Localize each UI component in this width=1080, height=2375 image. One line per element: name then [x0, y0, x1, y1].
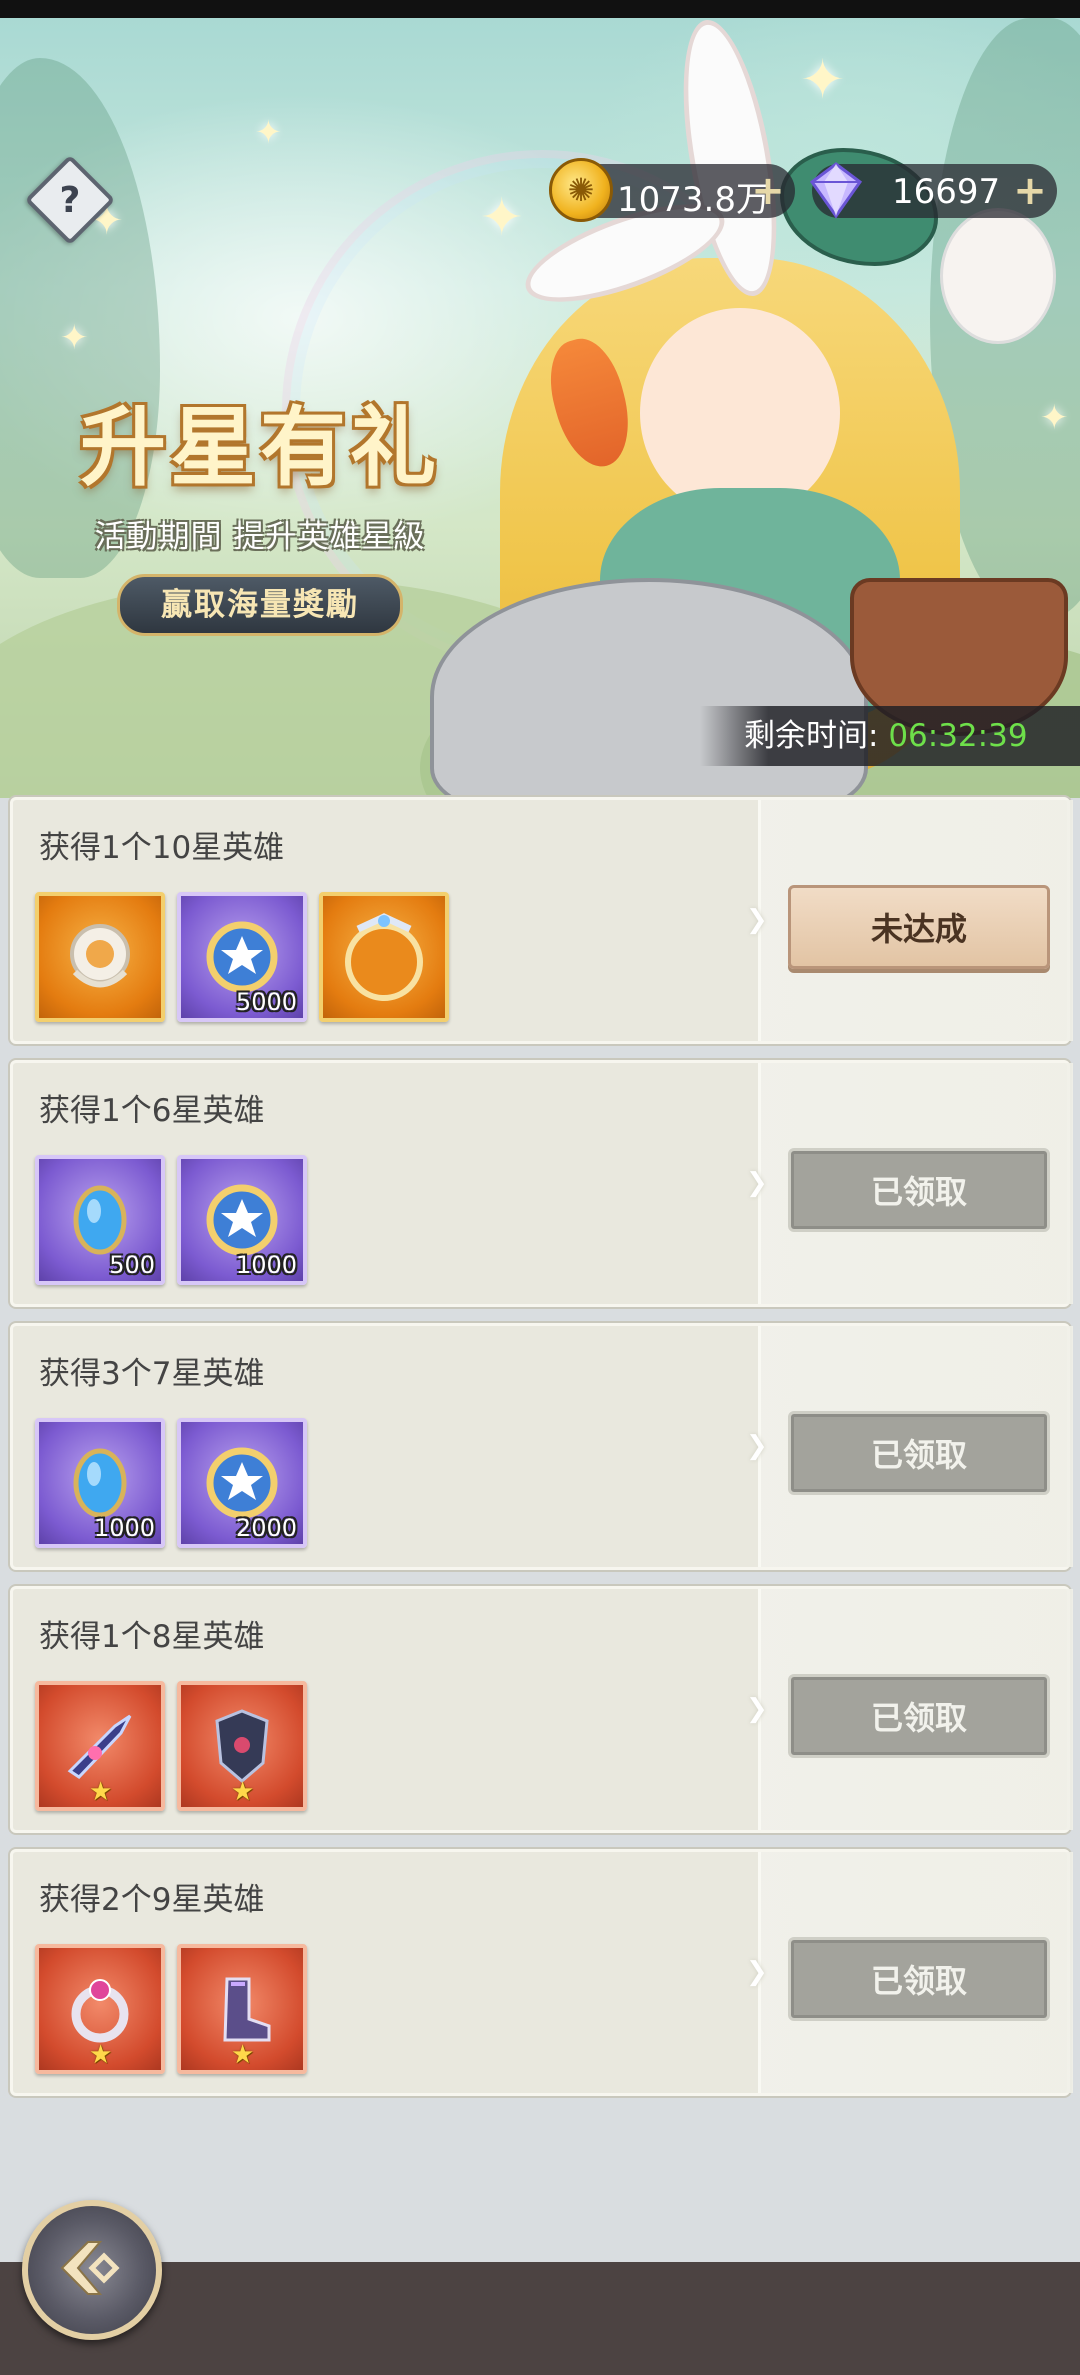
reward-list: 1000 2000: [35, 1418, 307, 1548]
reward-item[interactable]: ★: [35, 1944, 165, 2074]
star-icon: ★: [231, 2040, 255, 2070]
reward-item[interactable]: 5000: [177, 892, 307, 1022]
reward-item[interactable]: 1000: [177, 1155, 307, 1285]
star-icon: ★: [231, 1777, 255, 1807]
chevron-right-icon: ❯: [746, 1431, 768, 1461]
sparkle-icon: ✦: [255, 113, 282, 151]
gold-currency: ✺ 1073.8万 +: [549, 158, 795, 222]
add-gem-icon[interactable]: +: [1013, 171, 1047, 211]
task-title: 获得2个9星英雄: [39, 1882, 265, 1918]
claim-button[interactable]: 未达成: [788, 885, 1050, 969]
chevron-right-icon: ❯: [746, 1168, 768, 1198]
reward-item[interactable]: ★: [177, 1681, 307, 1811]
bottom-bar: [0, 2262, 1080, 2375]
add-gold-icon[interactable]: +: [751, 171, 785, 211]
reward-item[interactable]: 1000: [35, 1418, 165, 1548]
back-button[interactable]: [22, 2200, 162, 2340]
bunny-plush-icon: [940, 208, 1056, 344]
star-icon: ★: [89, 1777, 113, 1807]
item-count: 500: [109, 1251, 155, 1279]
question-mark-icon: ?: [59, 179, 81, 221]
task-row: 获得3个7星英雄 1000 2000 ❯ 已领取: [10, 1323, 1073, 1570]
item-count: 1000: [93, 1514, 155, 1542]
reward-list: 500 1000: [35, 1155, 307, 1285]
task-row: 获得2个9星英雄 ★ ★ ❯ 已领取: [10, 1849, 1073, 2096]
countdown-timer: 剩余时间: 06:32:39: [700, 706, 1080, 766]
reward-item[interactable]: 2000: [177, 1418, 307, 1548]
sparkle-icon: ✦: [480, 188, 524, 248]
silver-emblem-icon: [55, 912, 145, 1002]
task-title: 获得1个10星英雄: [39, 830, 285, 866]
reward-item[interactable]: 500: [35, 1155, 165, 1285]
chevron-right-icon: ❯: [746, 905, 768, 935]
event-title: 升星有礼: [80, 397, 440, 498]
claimed-button[interactable]: 已领取: [788, 1411, 1050, 1495]
claimed-button[interactable]: 已领取: [788, 1148, 1050, 1232]
sparkle-icon: ✦: [800, 48, 846, 111]
sparkle-icon: ✦: [60, 318, 89, 358]
character-face: [640, 308, 840, 518]
sparkle-icon: ✦: [1040, 398, 1069, 438]
gem-currency: 16697 +: [809, 162, 1057, 219]
item-count: 5000: [235, 988, 297, 1016]
event-banner: ✦ ✦ ✦ ✦ ✦ ✦ ? ✺ 1073.8万 + 16697 + 升星有礼 活…: [0, 18, 1080, 798]
item-count: 2000: [235, 1514, 297, 1542]
reward-item[interactable]: ★: [177, 1944, 307, 2074]
task-list: 获得1个10星英雄 5000 ❯ 未达成 获得1个6星英雄 500 1000 ❯…: [10, 797, 1073, 2112]
timer-value: 06:32:39: [888, 718, 1028, 754]
diamond-icon: [806, 160, 866, 220]
reward-list: ★ ★: [35, 1681, 307, 1811]
status-bar: [0, 0, 1080, 18]
event-ribbon: 贏取海量獎勵: [117, 574, 403, 636]
task-title: 获得1个6星英雄: [39, 1093, 265, 1129]
item-count: 1000: [235, 1251, 297, 1279]
gem-amount: 16697: [892, 172, 1001, 212]
back-arrow-icon: [52, 2228, 132, 2312]
event-title-block: 升星有礼 活動期間 提升英雄星級 贏取海量獎勵: [25, 393, 495, 636]
golden-frame-icon: [334, 907, 434, 1007]
star-icon: ★: [89, 2040, 113, 2070]
reward-item[interactable]: [35, 892, 165, 1022]
task-title: 获得3个7星英雄: [39, 1356, 265, 1392]
reward-item[interactable]: ★: [35, 1681, 165, 1811]
chevron-right-icon: ❯: [746, 1957, 768, 1987]
claimed-button[interactable]: 已领取: [788, 1937, 1050, 2021]
reward-list: ★ ★: [35, 1944, 307, 2074]
task-title: 获得1个8星英雄: [39, 1619, 265, 1655]
reward-list: 5000: [35, 892, 449, 1022]
gold-coin-icon: ✺: [549, 158, 613, 222]
chevron-right-icon: ❯: [746, 1694, 768, 1724]
claimed-button[interactable]: 已领取: [788, 1674, 1050, 1758]
event-subtitle: 活動期間 提升英雄星級: [94, 519, 426, 555]
task-row: 获得1个8星英雄 ★ ★ ❯ 已领取: [10, 1586, 1073, 1833]
task-row: 获得1个6星英雄 500 1000 ❯ 已领取: [10, 1060, 1073, 1307]
reward-item[interactable]: [319, 892, 449, 1022]
task-row: 获得1个10星英雄 5000 ❯ 未达成: [10, 797, 1073, 1044]
timer-label: 剩余时间:: [744, 718, 879, 754]
gold-amount: 1073.8万: [617, 180, 770, 220]
